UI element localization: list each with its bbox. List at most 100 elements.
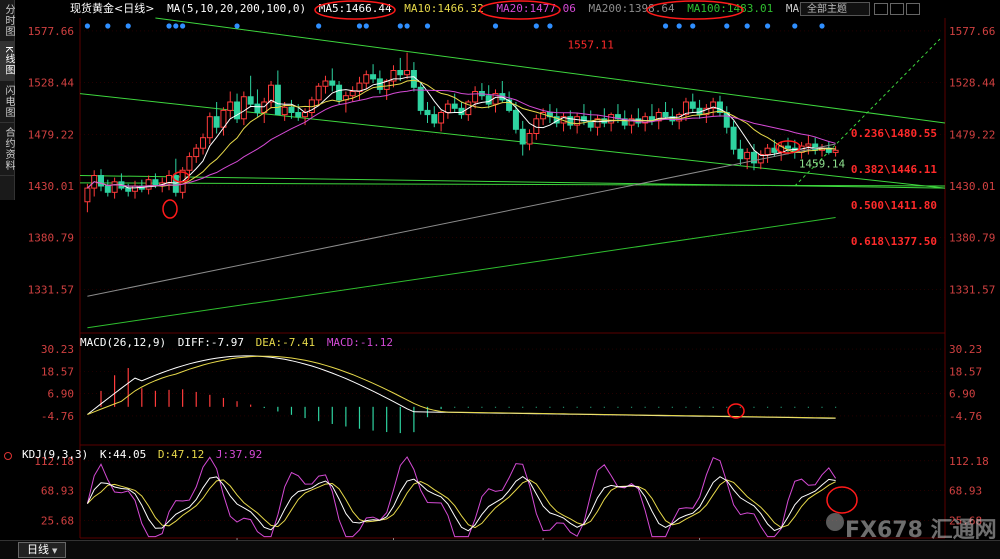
candle-body [512, 109, 519, 130]
signal-dot [84, 23, 91, 29]
candle-body [152, 179, 159, 186]
candle-body [315, 85, 322, 101]
y-tick-label-right: 1430.01 [949, 180, 995, 193]
fib-level-label: 0.618\1377.50 [851, 235, 937, 248]
y-tick-label-left: 68.93 [41, 485, 74, 498]
signal-dot [363, 23, 369, 29]
candle-body [424, 109, 431, 116]
macd-value: MACD:-1.12 [326, 336, 394, 349]
candle-body [84, 187, 91, 203]
candle-body [444, 103, 451, 113]
candle-body [608, 114, 615, 124]
y-tick-label-right: 1528.44 [949, 77, 996, 90]
candle-body [730, 126, 737, 150]
candle-body [805, 143, 812, 147]
signal-dot [690, 23, 696, 29]
candle-body [472, 91, 479, 103]
candle-body [172, 175, 179, 193]
kdj-d: D:47.12 [157, 448, 205, 461]
candle-body [166, 175, 173, 184]
candle-body [104, 185, 111, 193]
candle-body [200, 137, 207, 149]
period-select[interactable]: 日线 [18, 542, 67, 558]
price-annotation: 1557.11 [568, 39, 614, 52]
candle-body [431, 114, 438, 124]
y-tick-label-right: 6.90 [949, 388, 976, 401]
signal-dot [676, 23, 682, 29]
candle-body [417, 86, 424, 111]
fib-level-label: 0.500\1411.80 [851, 199, 937, 212]
signal-dot [234, 23, 240, 29]
fib-level-label: 0.382\1446.11 [851, 163, 937, 176]
highlight-kdj-cross [826, 486, 858, 514]
y-tick-label-right: 1479.22 [949, 128, 995, 141]
candle-body [254, 103, 261, 113]
kdj-j: J:37.92 [215, 448, 263, 461]
candle-body [485, 95, 492, 105]
kdj-legend: KDJ(9,3,3) K:44.05 D:47.12 J:37.92 [22, 448, 267, 461]
signal-dot [724, 23, 730, 29]
candle-body [784, 145, 791, 149]
candle-body [206, 116, 213, 139]
candle-body [744, 151, 751, 160]
signal-dot [792, 23, 798, 29]
panel-close-icon[interactable] [4, 452, 12, 460]
signal-dot [492, 23, 499, 29]
candle-body [240, 96, 247, 120]
signal-dot [819, 23, 825, 29]
support-line-b [79, 182, 946, 187]
signal-dot [744, 23, 750, 29]
y-tick-label-left: 1331.57 [28, 283, 74, 296]
signal-dot [547, 23, 553, 29]
macd-title: MACD(26,12,9) [80, 336, 167, 349]
y-tick-label-right: 1331.57 [949, 283, 995, 296]
candle-body [567, 116, 574, 126]
candle-body [247, 96, 254, 105]
signal-dot [105, 23, 111, 29]
candle-body [397, 70, 404, 76]
candle-body [98, 175, 105, 187]
candle-body [125, 187, 132, 192]
candle-body [363, 74, 370, 84]
bottom-bar [0, 540, 1000, 559]
signal-dot [173, 23, 179, 29]
signal-dot [356, 23, 363, 29]
y-tick-label-left: 1380.79 [28, 232, 74, 245]
candle-body [268, 84, 275, 103]
candle-body [349, 91, 356, 97]
candle-body [220, 109, 227, 128]
candle-body [737, 148, 744, 160]
macd-legend: MACD(26,12,9) DIFF:-7.97 DEA:-7.41 MACD:… [80, 336, 398, 349]
signal-dot [662, 23, 669, 29]
y-tick-label-left: 30.23 [41, 343, 74, 356]
candle-body [404, 70, 411, 76]
y-tick-label-right: 112.18 [949, 455, 989, 468]
kdj-d-line [87, 479, 836, 529]
candle-body [832, 149, 839, 153]
ma10-line [87, 79, 836, 189]
kdj-j-line [86, 456, 837, 538]
candle-body [322, 80, 329, 87]
candle-body [329, 80, 336, 86]
ma200-line [87, 143, 836, 297]
macd-dea: DEA:-7.41 [255, 336, 316, 349]
signal-dot [125, 23, 131, 29]
kdj-k: K:44.05 [99, 448, 147, 461]
highlight-low-point [162, 199, 178, 219]
candle-body [506, 99, 513, 111]
y-tick-label-right: 30.23 [949, 343, 982, 356]
macd-diff-line [87, 355, 836, 419]
macd-layer [87, 355, 837, 434]
axis-labels: 1577.66 1577.66 1528.44 1528.44 1479.22 1479.… [28, 25, 996, 540]
candle-body [213, 116, 220, 128]
y-tick-label-right: 1577.66 [949, 25, 995, 38]
y-tick-label-left: 1528.44 [28, 77, 75, 90]
candle-body [370, 74, 377, 80]
candle-body [438, 112, 445, 124]
kdj-title: KDJ(9,3,3) [22, 448, 89, 461]
chart-window: 分时图 K线图 闪电图 合约资料 现货黄金<日线> MA(5,10,20,200… [0, 0, 1000, 559]
candle-body [336, 84, 343, 101]
y-tick-label-left: 1479.22 [28, 128, 74, 141]
highlight-ma5 [314, 0, 396, 20]
candle-layer [84, 52, 839, 213]
